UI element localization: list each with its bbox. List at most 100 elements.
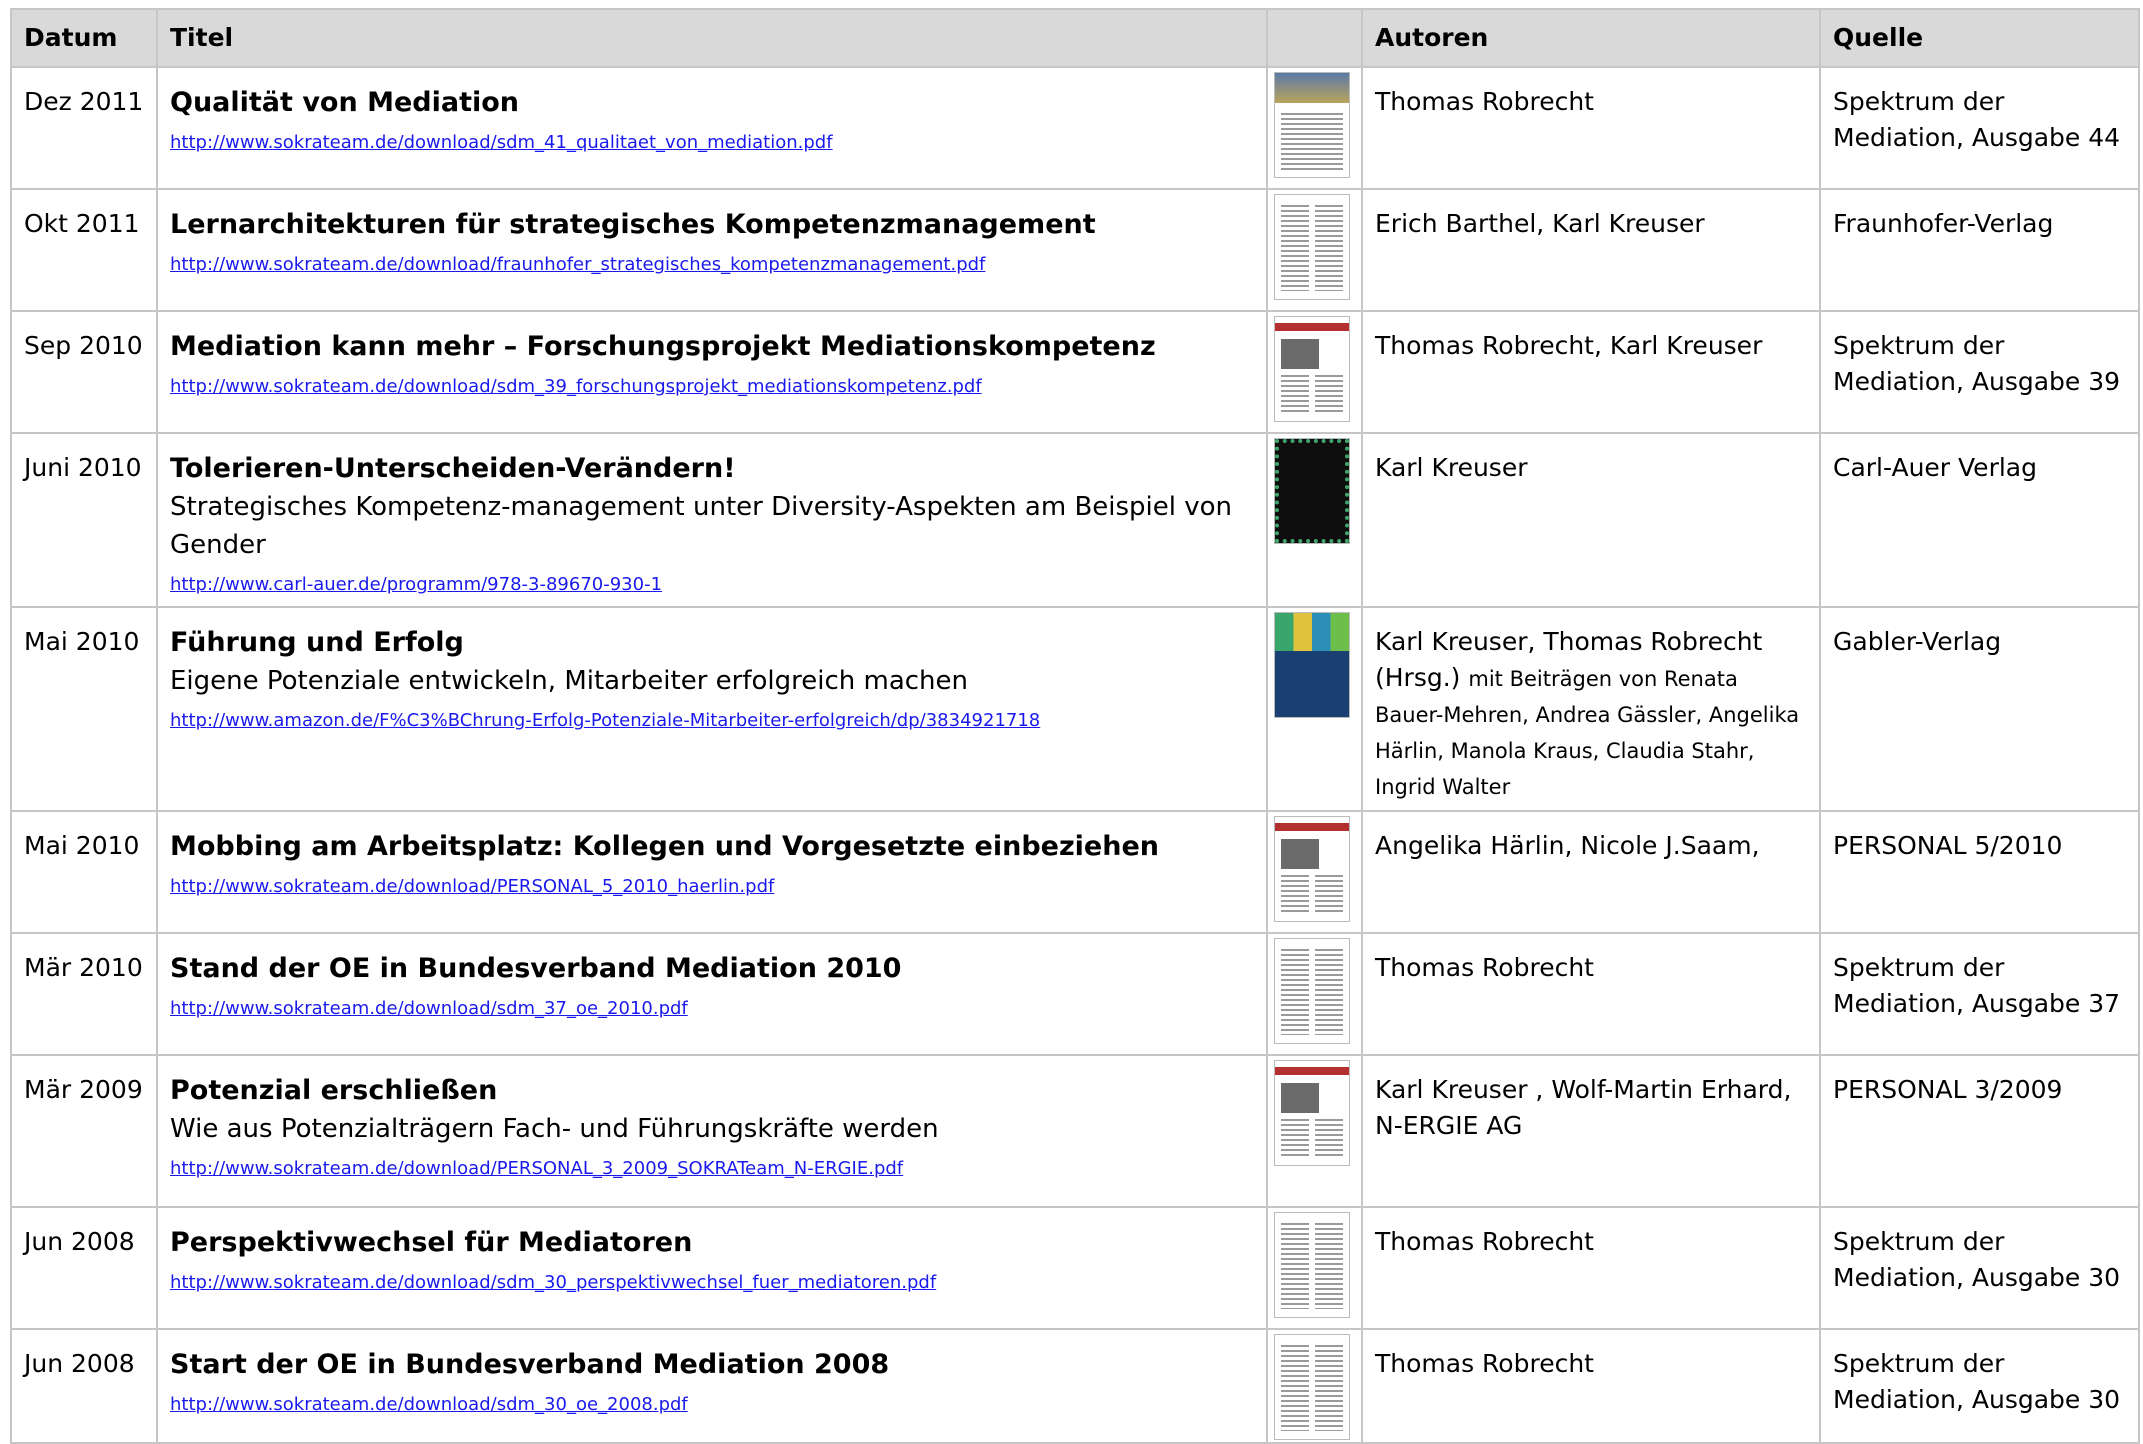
cell-titel: Perspektivwechsel für Mediatoren http://w… (156, 1206, 1268, 1330)
book-cover-blue-icon[interactable] (1274, 612, 1350, 718)
date-text: Mär 2009 (24, 1075, 143, 1104)
authors-text: Karl Kreuser (1375, 453, 1528, 482)
cell-autoren: Karl Kreuser, Thomas Robrecht (Hrsg.) mi… (1361, 606, 1821, 812)
publication-link[interactable]: http://www.sokrateam.de/download/sdm_41_… (170, 132, 833, 154)
date-text: Mai 2010 (24, 831, 140, 860)
publication-title: Start der OE in Bundesverband Mediation … (170, 1349, 890, 1380)
authors-text: Thomas Robrecht (1375, 87, 1594, 116)
cell-titel: Potenzial erschließen Wie aus Potenzialtr… (156, 1054, 1268, 1208)
cell-thumbnail (1266, 188, 1363, 312)
publication-title: Qualität von Mediation (170, 87, 520, 118)
source-text: Spektrum der Mediation, Ausgabe 44 (1833, 87, 2121, 152)
publication-link[interactable]: http://www.carl-auer.de/programm/978-3-8… (170, 574, 662, 596)
source-text: Gabler-Verlag (1833, 627, 2002, 656)
cell-datum: Mai 2010 (10, 606, 158, 812)
cell-thumbnail (1266, 810, 1363, 934)
cell-thumbnail (1266, 606, 1363, 812)
cell-quelle: Spektrum der Mediation, Ausgabe 39 (1819, 310, 2140, 434)
date-text: Sep 2010 (24, 331, 143, 360)
cell-autoren: Thomas Robrecht (1361, 1328, 1821, 1444)
column-header-titel: Titel (156, 8, 1268, 68)
cell-autoren: Thomas Robrecht (1361, 66, 1821, 190)
cell-autoren: Karl Kreuser (1361, 432, 1821, 608)
date-text: Dez 2011 (24, 87, 144, 116)
publication-title: Perspektivwechsel für Mediatoren (170, 1227, 693, 1258)
cell-datum: Mär 2009 (10, 1054, 158, 1208)
cell-datum: Mai 2010 (10, 810, 158, 934)
publication-title: Lernarchitekturen für strategisches Komp… (170, 209, 1096, 240)
cell-datum: Mär 2010 (10, 932, 158, 1056)
cell-autoren: Thomas Robrecht, Karl Kreuser (1361, 310, 1821, 434)
source-text: Carl-Auer Verlag (1833, 453, 2037, 482)
cell-thumbnail (1266, 1328, 1363, 1444)
cell-titel: Mediation kann mehr – Forschungsprojekt … (156, 310, 1268, 434)
cell-datum: Sep 2010 (10, 310, 158, 434)
source-text: Spektrum der Mediation, Ausgabe 39 (1833, 331, 2121, 396)
publication-subtitle: Strategisches Kompetenz-management unter… (170, 492, 1233, 560)
cell-titel: Qualität von Mediation http://www.sokrate… (156, 66, 1268, 190)
cell-quelle: Carl-Auer Verlag (1819, 432, 2140, 608)
publication-link[interactable]: http://www.sokrateam.de/download/PERSONA… (170, 876, 774, 898)
publication-title: Potenzial erschließen (170, 1075, 498, 1106)
cell-thumbnail (1266, 310, 1363, 434)
authors-text: Angelika Härlin, Nicole J.Saam, (1375, 831, 1760, 860)
cell-autoren: Erich Barthel, Karl Kreuser (1361, 188, 1821, 312)
publication-link[interactable]: http://www.sokrateam.de/download/sdm_39_… (170, 376, 982, 398)
cell-datum: Okt 2011 (10, 188, 158, 312)
magazine-page-photo-icon[interactable] (1274, 816, 1350, 922)
column-header-thumbnail (1266, 8, 1363, 68)
column-header-datum: Datum (10, 8, 158, 68)
cell-autoren: Angelika Härlin, Nicole J.Saam, (1361, 810, 1821, 934)
book-cover-dark-icon[interactable] (1274, 438, 1350, 544)
publication-title: Stand der OE in Bundesverband Mediation … (170, 953, 902, 984)
cell-thumbnail (1266, 432, 1363, 608)
cell-quelle: PERSONAL 3/2009 (1819, 1054, 2140, 1208)
publication-link[interactable]: http://www.sokrateam.de/download/PERSONA… (170, 1158, 903, 1180)
publication-link[interactable]: http://www.sokrateam.de/download/fraunho… (170, 254, 985, 276)
article-page-icon[interactable] (1274, 194, 1350, 300)
column-header-autoren: Autoren (1361, 8, 1821, 68)
publication-link[interactable]: http://www.sokrateam.de/download/sdm_30_… (170, 1394, 688, 1416)
cell-datum: Dez 2011 (10, 66, 158, 190)
publication-title: Mediation kann mehr – Forschungsprojekt … (170, 331, 1156, 362)
source-text: Spektrum der Mediation, Ausgabe 30 (1833, 1227, 2121, 1292)
cell-quelle: PERSONAL 5/2010 (1819, 810, 2140, 934)
source-text: PERSONAL 3/2009 (1833, 1075, 2063, 1104)
cell-autoren: Karl Kreuser , Wolf-Martin Erhard, N-ERG… (1361, 1054, 1821, 1208)
publication-title: Tolerieren-Unterscheiden-Verändern! (170, 453, 736, 484)
source-text: Spektrum der Mediation, Ausgabe 30 (1833, 1349, 2121, 1414)
date-text: Jun 2008 (24, 1227, 135, 1256)
date-text: Mai 2010 (24, 627, 140, 656)
cell-thumbnail (1266, 1054, 1363, 1208)
authors-text: Erich Barthel, Karl Kreuser (1375, 209, 1705, 238)
publication-link[interactable]: http://www.sokrateam.de/download/sdm_37_… (170, 998, 688, 1020)
publication-link[interactable]: http://www.amazon.de/F%C3%BChrung-Erfolg… (170, 710, 1040, 732)
source-text: Fraunhofer-Verlag (1833, 209, 2054, 238)
source-text: Spektrum der Mediation, Ausgabe 37 (1833, 953, 2121, 1018)
article-page-icon[interactable] (1274, 1334, 1350, 1440)
authors-text: Thomas Robrecht, Karl Kreuser (1375, 331, 1763, 360)
article-cover-landscape-icon[interactable] (1274, 72, 1350, 178)
cell-thumbnail (1266, 932, 1363, 1056)
source-text: PERSONAL 5/2010 (1833, 831, 2063, 860)
table-row: Dez 2011 Qualität von Mediation http://www… (10, 66, 2140, 190)
cell-quelle: Spektrum der Mediation, Ausgabe 44 (1819, 66, 2140, 190)
article-page-icon[interactable] (1274, 1212, 1350, 1318)
cell-quelle: Spektrum der Mediation, Ausgabe 30 (1819, 1206, 2140, 1330)
publications-table: Datum Titel Autoren Quelle Dez 2011 Quali… (10, 8, 2140, 1444)
article-page-photo-icon[interactable] (1274, 316, 1350, 422)
date-text: Jun 2008 (24, 1349, 135, 1378)
magazine-page-photo-icon[interactable] (1274, 1060, 1350, 1166)
cell-quelle: Spektrum der Mediation, Ausgabe 30 (1819, 1328, 2140, 1444)
column-header-quelle: Quelle (1819, 8, 2140, 68)
table-row: Okt 2011 Lernarchitekturen für strategisc… (10, 188, 2140, 312)
publication-link[interactable]: http://www.sokrateam.de/download/sdm_30_… (170, 1272, 936, 1294)
cell-datum: Jun 2008 (10, 1328, 158, 1444)
cell-titel: Tolerieren-Unterscheiden-Verändern! Strat… (156, 432, 1268, 608)
authors-text: Thomas Robrecht (1375, 1349, 1594, 1378)
cell-autoren: Thomas Robrecht (1361, 932, 1821, 1056)
article-page-icon[interactable] (1274, 938, 1350, 1044)
publication-subtitle: Wie aus Potenzialträgern Fach- und Führu… (170, 1114, 939, 1144)
cell-datum: Juni 2010 (10, 432, 158, 608)
table-row: Jun 2008 Perspektivwechsel für Mediatoren… (10, 1206, 2140, 1330)
